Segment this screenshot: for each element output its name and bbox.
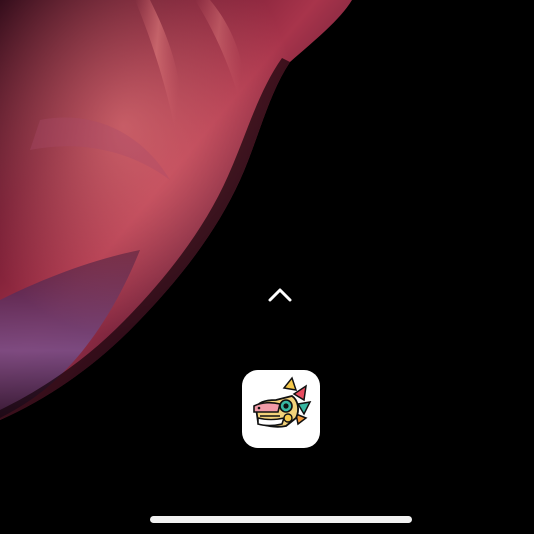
chevron-up-icon[interactable]: [266, 286, 294, 304]
quetzalcoatl-dragon-head-icon: [253, 376, 312, 428]
home-indicator[interactable]: [150, 516, 412, 523]
dock-app-icon[interactable]: [242, 370, 320, 448]
home-screen: [0, 0, 534, 534]
wallpaper: [0, 0, 352, 420]
